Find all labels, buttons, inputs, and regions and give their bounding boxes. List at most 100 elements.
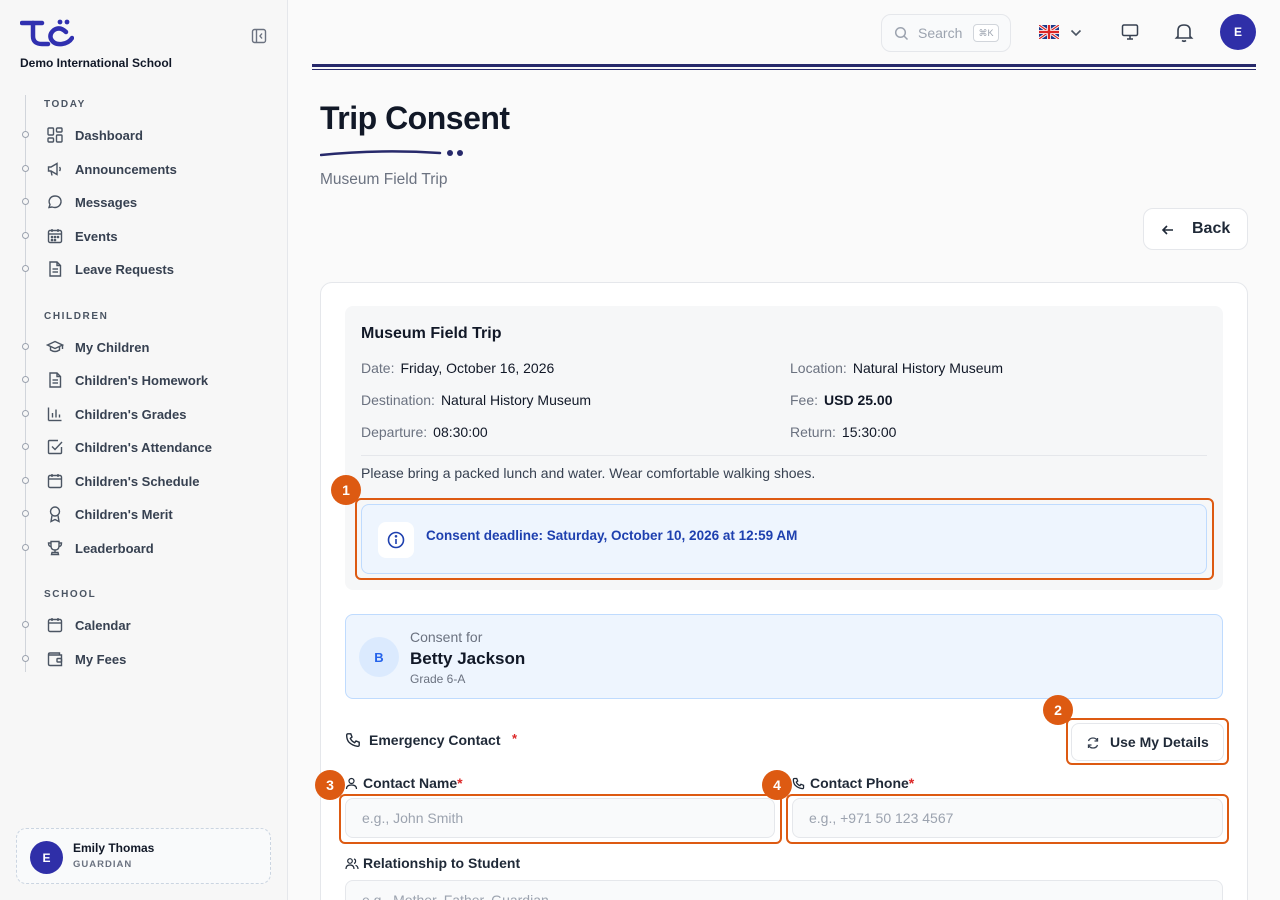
award-icon [46, 505, 64, 523]
uk-flag-icon[interactable] [1038, 23, 1060, 41]
wallet-icon [46, 650, 64, 668]
sidebar-item-label: Dashboard [75, 128, 143, 143]
bell-icon[interactable] [1173, 21, 1195, 48]
sidebar-item-schedule[interactable]: Children's Schedule [22, 466, 272, 496]
bar-chart-icon [46, 405, 64, 423]
nav-dot [22, 232, 29, 239]
contact-phone-input[interactable] [792, 798, 1223, 838]
deadline-text: Consent deadline: Saturday, October 10, … [426, 528, 798, 543]
trip-date: Date: Friday, October 16, 2026 [361, 360, 555, 376]
back-button[interactable]: Back [1143, 208, 1248, 250]
sidebar-item-messages[interactable]: Messages [22, 187, 272, 217]
sidebar-item-calendar[interactable]: Calendar [22, 610, 272, 640]
sidebar-item-leaderboard[interactable]: Leaderboard [22, 533, 272, 563]
phone-icon [792, 777, 805, 795]
search-placeholder: Search [918, 25, 963, 41]
nav-dot [22, 343, 29, 350]
sidebar-item-label: Children's Merit [75, 507, 173, 522]
school-logo-icon[interactable] [19, 18, 75, 53]
student-name: Betty Jackson [410, 649, 526, 668]
annotation-marker: 3 [315, 770, 345, 800]
avatar[interactable]: E [1220, 14, 1256, 50]
trip-return: Return: 15:30:00 [790, 424, 897, 440]
trip-destination: Destination: Natural History Museum [361, 392, 592, 408]
user-name: Emily Thomas [73, 841, 155, 855]
sidebar-item-events[interactable]: Events [22, 221, 272, 251]
required-mark: * [512, 731, 518, 746]
use-my-details-button[interactable]: Use My Details [1071, 723, 1224, 761]
sidebar-item-attendance[interactable]: Children's Attendance [22, 432, 272, 462]
trip-note: Please bring a packed lunch and water. W… [361, 465, 816, 481]
sidebar-item-label: Announcements [75, 162, 177, 177]
avatar: B [359, 637, 399, 677]
info-icon [386, 530, 406, 555]
sidebar-item-announcements[interactable]: Announcements [22, 154, 272, 184]
search-button[interactable]: Search ⌘K [881, 14, 1011, 52]
contact-name-input[interactable] [345, 798, 775, 838]
collapse-sidebar-icon[interactable] [251, 28, 267, 44]
calendar-icon [46, 472, 64, 490]
trip-departure: Departure: 08:30:00 [361, 424, 488, 440]
user-profile-card[interactable]: E Emily Thomas GUARDIAN [16, 828, 271, 884]
sidebar-item-my-children[interactable]: My Children [22, 332, 272, 362]
annotation-marker: 2 [1043, 695, 1073, 725]
nav-dot [22, 510, 29, 517]
relationship-input[interactable] [345, 880, 1223, 900]
calendar-icon [46, 616, 64, 634]
sidebar-item-my-fees[interactable]: My Fees [22, 644, 272, 674]
sidebar-item-homework[interactable]: Children's Homework [22, 365, 272, 395]
check-square-icon [46, 438, 64, 456]
document-icon [46, 371, 64, 389]
trip-title: Museum Field Trip [361, 325, 502, 342]
contact-phone-label: Contact Phone* [810, 775, 915, 791]
nav-section-school: SCHOOL [44, 589, 97, 600]
divider [361, 455, 1207, 456]
sidebar-item-dashboard[interactable]: Dashboard [22, 120, 272, 150]
student-grade: Grade 6-A [410, 672, 466, 686]
user-role: GUARDIAN [73, 859, 133, 870]
nav-dot [22, 443, 29, 450]
sidebar-item-label: Children's Schedule [75, 474, 200, 489]
search-icon [894, 26, 909, 46]
school-name: Demo International School [20, 56, 173, 70]
use-my-details-label: Use My Details [1110, 734, 1209, 750]
sidebar-item-grades[interactable]: Children's Grades [22, 399, 272, 429]
nav-dot [22, 477, 29, 484]
message-circle-icon [46, 193, 64, 211]
back-label: Back [1192, 220, 1231, 237]
sidebar-item-leave-requests[interactable]: Leave Requests [22, 254, 272, 284]
relationship-label: Relationship to Student [363, 855, 521, 871]
avatar: E [30, 841, 63, 874]
arrow-left-icon [1160, 223, 1176, 242]
document-icon [46, 260, 64, 278]
sidebar-item-label: My Children [75, 340, 150, 355]
contact-name-label: Contact Name* [363, 775, 463, 791]
keyboard-shortcut: ⌘K [973, 24, 999, 42]
nav-dot [22, 410, 29, 417]
annotation-marker: 1 [331, 475, 361, 505]
annotation-marker: 4 [762, 770, 792, 800]
nav-dot [22, 165, 29, 172]
sidebar-item-merit[interactable]: Children's Merit [22, 499, 272, 529]
nav-dot [22, 544, 29, 551]
phone-icon [345, 732, 361, 753]
monitor-icon[interactable] [1120, 22, 1140, 47]
sidebar-item-label: Children's Homework [75, 373, 209, 388]
trophy-icon [46, 539, 64, 557]
nav-section-today: TODAY [44, 99, 86, 110]
header-divider [312, 64, 1256, 67]
nav-dot [22, 131, 29, 138]
sidebar-item-label: Events [75, 229, 118, 244]
trip-location: Location: Natural History Museum [790, 360, 1003, 376]
consent-for-label: Consent for [410, 629, 483, 645]
page-subtitle: Museum Field Trip [320, 171, 448, 188]
sidebar-item-label: Messages [75, 195, 138, 210]
calendar-icon [46, 227, 64, 245]
nav-dot [22, 376, 29, 383]
user-icon [345, 777, 358, 795]
consent-student-box: B Consent for Betty Jackson Grade 6-A [345, 614, 1223, 699]
sidebar-item-label: Leave Requests [75, 262, 174, 277]
sidebar-item-label: My Fees [75, 652, 127, 667]
refresh-icon [1086, 736, 1100, 755]
chevron-down-icon[interactable] [1069, 26, 1083, 44]
